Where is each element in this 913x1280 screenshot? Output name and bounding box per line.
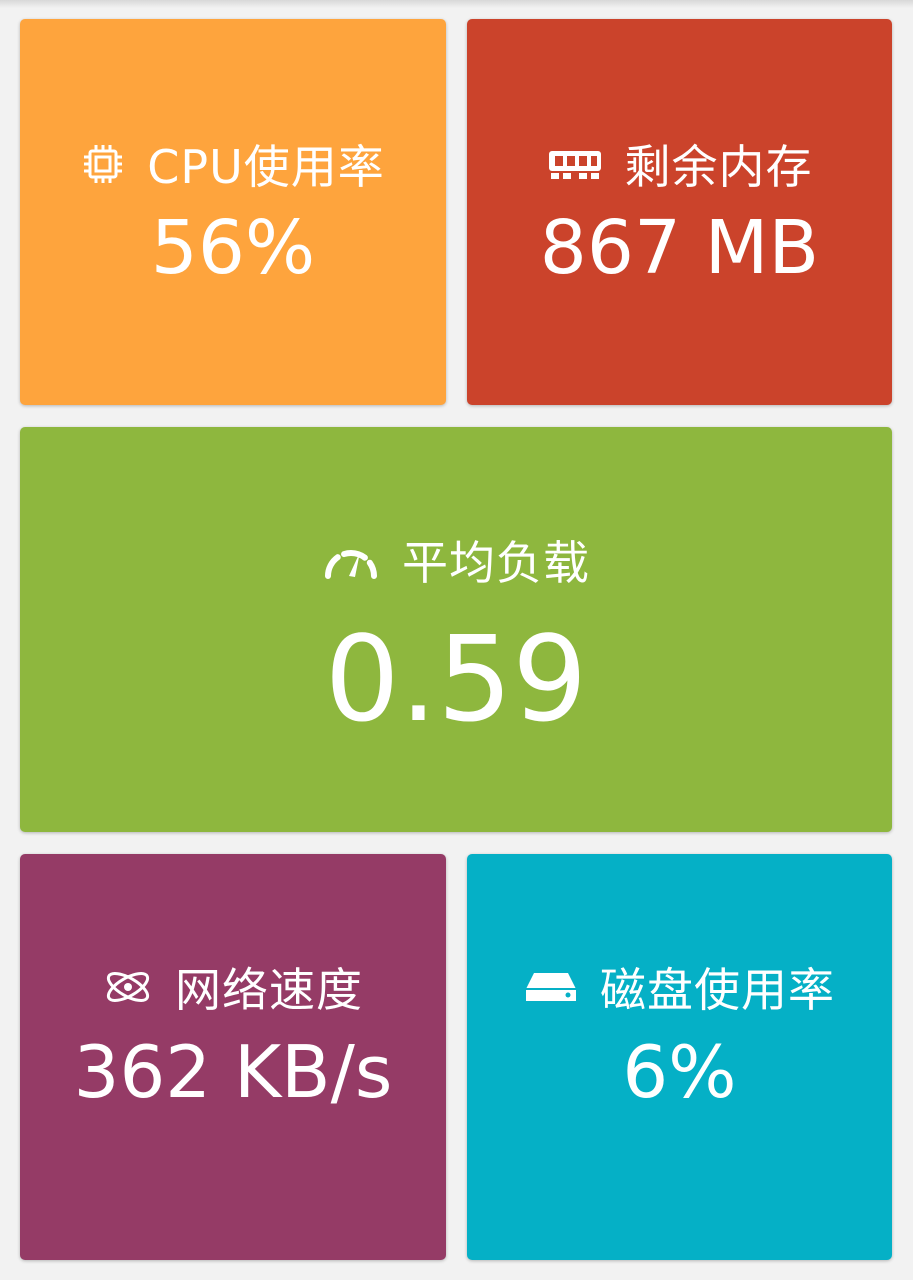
memory-stick-icon — [547, 147, 603, 181]
network-speed-header: 网络速度 — [20, 954, 446, 1020]
top-shadow-bar — [0, 0, 913, 8]
network-speed-tile[interactable]: 网络速度 362 KB/s — [20, 854, 446, 1260]
atom-icon — [103, 964, 153, 1010]
disk-usage-header: 磁盘使用率 — [467, 954, 892, 1020]
free-memory-label: 剩余内存 — [624, 140, 813, 194]
cpu-usage-value: 56% — [150, 205, 316, 291]
cpu-chip-icon — [81, 142, 125, 186]
load-average-label: 平均负载 — [402, 536, 590, 590]
cpu-usage-label: CPU使用率 — [147, 140, 385, 194]
network-speed-label: 网络速度 — [175, 963, 363, 1017]
disk-usage-value: 6% — [622, 1030, 737, 1114]
load-average-tile[interactable]: 平均负载 0.59 — [20, 427, 892, 832]
hard-drive-icon — [524, 969, 578, 1005]
free-memory-value: 867 MB — [539, 205, 820, 291]
disk-usage-tile[interactable]: 磁盘使用率 6% — [467, 854, 892, 1260]
load-average-header: 平均负载 — [20, 527, 892, 593]
network-speed-value: 362 KB/s — [73, 1030, 393, 1114]
speedometer-icon — [322, 540, 380, 580]
load-average-value: 0.59 — [324, 610, 588, 748]
cpu-usage-header: CPU使用率 — [20, 131, 446, 197]
free-memory-header: 剩余内存 — [467, 131, 892, 197]
disk-usage-label: 磁盘使用率 — [600, 963, 835, 1017]
cpu-usage-tile[interactable]: CPU使用率 56% — [20, 19, 446, 405]
free-memory-tile[interactable]: 剩余内存 867 MB — [467, 19, 892, 405]
